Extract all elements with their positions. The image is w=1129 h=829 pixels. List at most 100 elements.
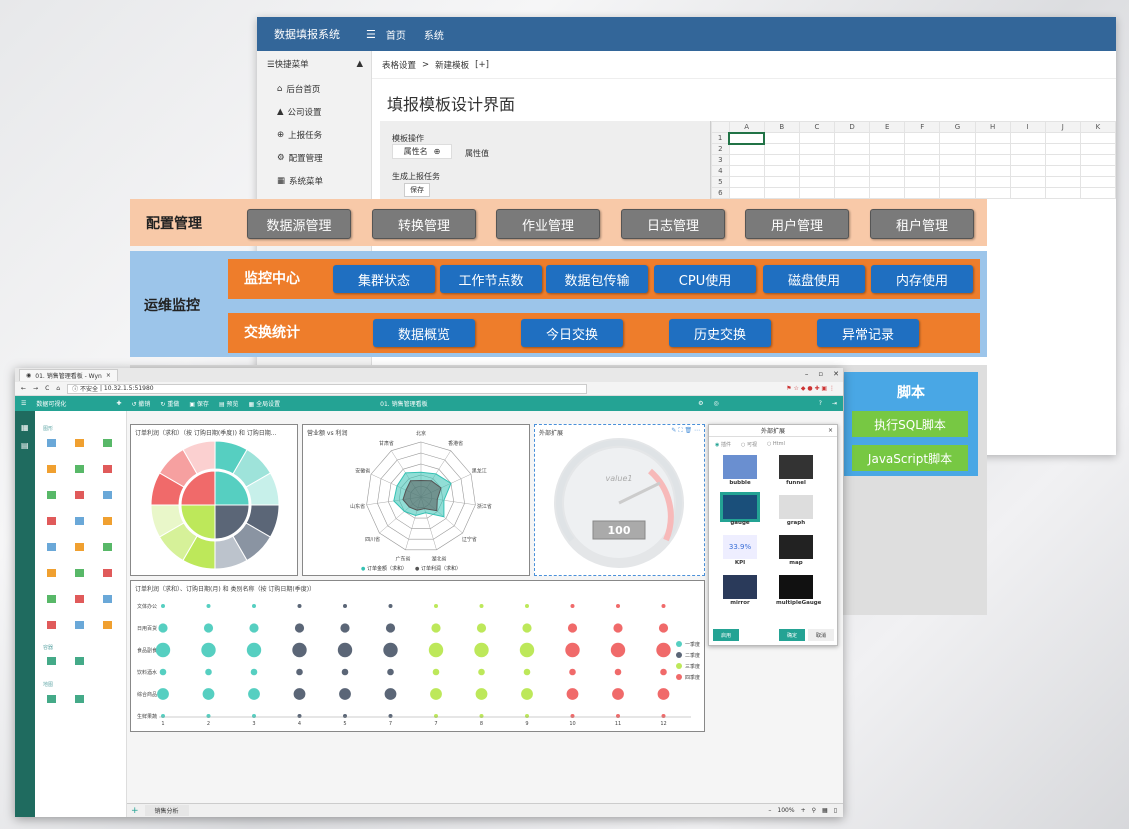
- chart-type-icon[interactable]: [103, 491, 112, 499]
- grid-cell[interactable]: [1044, 187, 1081, 199]
- js-script-button[interactable]: JavaScript脚本: [852, 445, 968, 471]
- global-settings-button[interactable]: ▦ 全局设置: [249, 399, 281, 408]
- row-header[interactable]: 2: [711, 143, 730, 155]
- data-icon[interactable]: ▤: [21, 441, 29, 450]
- grid-cell[interactable]: [904, 132, 941, 144]
- sidebar-item-home[interactable]: ⌂ 后台首页: [257, 77, 371, 100]
- grid-cell[interactable]: [1079, 176, 1116, 188]
- col-header[interactable]: H: [974, 121, 1011, 133]
- grid-cell[interactable]: [869, 154, 906, 166]
- component-icon[interactable]: [75, 657, 84, 665]
- log-button[interactable]: 日志管理: [621, 209, 725, 239]
- chart-type-icon[interactable]: [47, 595, 56, 603]
- grid-cell[interactable]: [904, 187, 941, 199]
- grid-cell[interactable]: [1009, 132, 1046, 144]
- radio-html[interactable]: ○ Html: [767, 441, 785, 448]
- chart-type-icon[interactable]: [47, 439, 56, 447]
- worker-nodes-button[interactable]: 工作节点数: [440, 265, 542, 293]
- grid-cell[interactable]: [1044, 132, 1081, 144]
- extensions-icons[interactable]: ⚑ ☆ ◆ ● ✚ ▣ ⋮: [786, 385, 835, 392]
- grid-cell[interactable]: [974, 165, 1011, 177]
- col-header[interactable]: I: [1009, 121, 1046, 133]
- chart-type-icon[interactable]: [75, 439, 84, 447]
- grid-cell[interactable]: [939, 132, 976, 144]
- grid-cell[interactable]: [1044, 176, 1081, 188]
- chart-type-icon[interactable]: [103, 465, 112, 473]
- component-icon[interactable]: [47, 657, 56, 665]
- ext-tile-bubble[interactable]: [723, 455, 757, 479]
- chart-type-icon[interactable]: [47, 491, 56, 499]
- reload-icon[interactable]: C: [45, 385, 49, 392]
- grid-cell[interactable]: [763, 176, 800, 188]
- back-icon[interactable]: ←: [21, 385, 26, 392]
- data-overview-button[interactable]: 数据概览: [373, 319, 475, 347]
- close-icon[interactable]: ×: [828, 427, 833, 434]
- col-header[interactable]: D: [834, 121, 871, 133]
- forward-icon[interactable]: →: [33, 385, 38, 392]
- grid-cell[interactable]: [1044, 143, 1081, 155]
- chart-type-icon[interactable]: [47, 569, 56, 577]
- chart-type-icon[interactable]: [103, 543, 112, 551]
- grid-cell[interactable]: [798, 187, 836, 199]
- component-icon[interactable]: [47, 695, 56, 703]
- grid-cell[interactable]: [763, 132, 800, 144]
- chart-type-icon[interactable]: [75, 543, 84, 551]
- chart-type-icon[interactable]: [103, 569, 112, 577]
- dashboard-icon[interactable]: ▦: [21, 423, 29, 432]
- component-icon[interactable]: [75, 695, 84, 703]
- grid-icon[interactable]: ▦: [822, 807, 828, 814]
- grid-cell[interactable]: [974, 154, 1011, 166]
- url-input[interactable]: ⓘ 不安全 | 10.32.1.5:51980: [67, 383, 588, 394]
- radar-pane[interactable]: 营业额 vs 利润 北京 香港省 黑龙江 浙江省 辽宁省 湖北省 广东省 四川省 山东省 安徽省 甘…: [302, 424, 530, 576]
- row-header[interactable]: 6: [711, 187, 730, 199]
- crumb-add[interactable]: [+]: [475, 60, 489, 70]
- grid-cell[interactable]: [1079, 187, 1116, 199]
- row-header[interactable]: 3: [711, 154, 730, 166]
- col-header[interactable]: E: [869, 121, 906, 133]
- datasource-button[interactable]: 数据源管理: [247, 209, 351, 239]
- grid-cell[interactable]: [974, 187, 1011, 199]
- grid-cell[interactable]: [939, 176, 976, 188]
- col-header[interactable]: G: [939, 121, 976, 133]
- grid-cell[interactable]: [1044, 154, 1081, 166]
- grid-cell[interactable]: [1079, 154, 1116, 166]
- job-button[interactable]: 作业管理: [496, 209, 600, 239]
- grid-cell[interactable]: [904, 143, 941, 155]
- grid-cell[interactable]: [974, 132, 1011, 144]
- gauge-pane[interactable]: 外部扩展 ✎ ⛶ 🗑 ⋯ 100 value1: [534, 424, 705, 576]
- chart-type-icon[interactable]: [75, 621, 84, 629]
- grid-cell[interactable]: [869, 187, 906, 199]
- grid-cell[interactable]: [1009, 154, 1046, 166]
- row-header[interactable]: 5: [711, 176, 730, 188]
- sidebar-item-config[interactable]: ⚙ 配置管理: [257, 146, 371, 169]
- sql-script-button[interactable]: 执行SQL脚本: [852, 411, 968, 437]
- disk-usage-button[interactable]: 磁盘使用: [763, 265, 865, 293]
- cancel-button[interactable]: 取消: [808, 629, 834, 641]
- grid-cell[interactable]: [904, 165, 941, 177]
- col-header[interactable]: B: [763, 121, 800, 133]
- grid-cell[interactable]: [763, 187, 800, 199]
- ext-tile-map[interactable]: [779, 535, 813, 559]
- transform-button[interactable]: 转换管理: [372, 209, 476, 239]
- grid-cell[interactable]: [798, 154, 836, 166]
- prop-name-field[interactable]: 属性名 ⊕: [392, 144, 452, 159]
- grid-cell[interactable]: [974, 143, 1011, 155]
- undo-button[interactable]: ↺ 撤销: [131, 399, 150, 408]
- tab-close-icon[interactable]: ×: [106, 372, 111, 379]
- crumb-table-settings[interactable]: 表格设置: [382, 59, 416, 71]
- row-header[interactable]: 1: [711, 132, 730, 144]
- help-icon[interactable]: ?: [819, 400, 822, 407]
- grid-cell[interactable]: [834, 143, 871, 155]
- chart-type-icon[interactable]: [75, 517, 84, 525]
- enable-button[interactable]: 启用: [713, 629, 739, 641]
- grid-cell[interactable]: [869, 165, 906, 177]
- grid-cell[interactable]: [728, 131, 766, 145]
- chart-type-icon[interactable]: [75, 595, 84, 603]
- radio-visual[interactable]: ○ 可视: [741, 441, 757, 448]
- grid-cell[interactable]: [974, 176, 1011, 188]
- bubble-pane[interactable]: 订单利润（求和）、订购日期(月) 和 类别名称（按 订购日期(季度)） 文体办公…: [130, 580, 705, 732]
- ext-tile-kpi[interactable]: 33.9%: [723, 535, 757, 559]
- memory-usage-button[interactable]: 内存使用: [871, 265, 973, 293]
- col-header[interactable]: J: [1044, 121, 1081, 133]
- chart-type-icon[interactable]: [75, 491, 84, 499]
